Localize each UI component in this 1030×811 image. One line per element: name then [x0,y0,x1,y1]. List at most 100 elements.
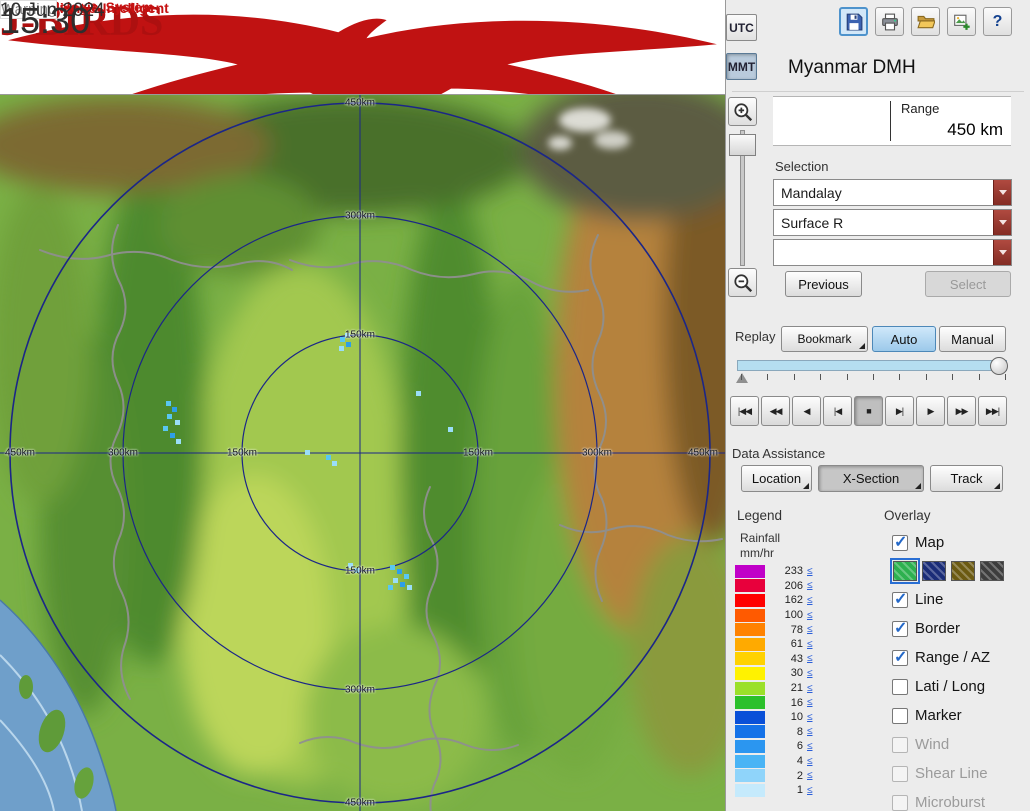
option-dropdown-button[interactable] [993,240,1011,265]
overlay-item-label: Line [915,591,944,608]
map-color-swatch[interactable] [951,561,975,581]
checkbox-checked[interactable]: ✓ [892,590,908,608]
zoom-in-button[interactable] [728,97,757,126]
timezone-mmt-button[interactable]: MMT [726,53,757,80]
range-value: 450 km [947,120,1003,139]
playback-stop-button[interactable]: ■ [854,396,883,426]
playback-fast-forward-button[interactable]: ▶▶ [947,396,976,426]
overlay-list: ✓ Map ✓ Line ✓ Border ✓ Range / AZ Lati / Long Ma… [890,528,1030,811]
legend-value: 4 [796,755,803,768]
legend-lte-symbol: ≤ [807,667,813,679]
select-button[interactable]: Select [925,271,1011,297]
overlay-item-marker[interactable]: Marker [892,701,1030,730]
radar-map-area[interactable]: 150km 150km 150km 150km 300km 300km 300km 300km… [0,95,725,811]
legend-lte-symbol: ≤ [807,653,813,665]
replay-manual-button[interactable]: Manual [939,326,1006,352]
legend-row: 233 ≤ [735,564,813,579]
zoom-out-icon [733,273,752,292]
playback-play-button[interactable]: ▶ [916,396,945,426]
legend-row: 206 ≤ [735,579,813,594]
timeline-thumb[interactable] [990,357,1008,375]
legend-color-swatch [735,739,765,753]
print-button[interactable] [875,7,904,36]
legend-value: 6 [796,740,803,753]
legend-value: 21 [790,682,803,695]
checkbox [892,794,908,811]
previous-button[interactable]: Previous [785,271,862,297]
legend-lte-symbol: ≤ [807,711,813,723]
overlay-item-shear-line: Shear Line [892,759,1030,788]
da-location-button[interactable]: Location [741,465,812,492]
help-button[interactable]: ? [983,7,1012,36]
overlay-item-label: Wind [915,736,950,753]
overlay-item-map[interactable]: ✓ Map [892,528,1030,557]
timezone-utc-button[interactable]: UTC [726,14,757,41]
legend-value: 10 [790,711,803,724]
bookmark-button[interactable]: Bookmark [781,326,868,352]
checkbox-checked[interactable]: ✓ [892,620,908,637]
playback-skip-last-button[interactable]: ▶▶| [978,396,1007,426]
map-color-swatch[interactable] [980,561,1004,581]
replay-timeline-slider[interactable] [736,357,1011,389]
jbirds-app: J-BIRDS JRC-Brilliant & Intelligent Rada… [0,0,1030,811]
timeline-tick [846,374,848,380]
timeline-tick [899,374,901,380]
legend-row: 30 ≤ [735,666,813,681]
control-panel: UTC MMT ? Myanmar DMH Range 450 km Selec… [725,0,1030,811]
check-icon: ✓ [894,590,908,608]
range-label: Range [901,101,940,116]
legend-value: 233 [784,565,803,578]
legend-value: 162 [784,594,803,607]
checkbox-checked[interactable]: ✓ [892,649,908,666]
left-column: J-BIRDS JRC-Brilliant & Intelligent Rada… [0,0,725,811]
legend-unit-line1: Rainfall [740,531,781,545]
legend-row: 162 ≤ [735,593,813,608]
product-dropdown-button[interactable] [993,210,1011,235]
timeline-track[interactable] [737,360,1007,371]
zoom-out-button[interactable] [728,268,757,297]
da-button-label: Location [751,471,802,486]
station-dropdown[interactable]: Mandalay [773,179,1012,206]
legend-row: 4 ≤ [735,754,813,769]
overlay-item-border[interactable]: ✓ Border [892,614,1030,643]
corner-arrow-icon [915,483,921,489]
legend-unit-line2: mm/hr [740,546,774,560]
legend-row: 8 ≤ [735,725,813,740]
save-button[interactable] [839,7,868,36]
overlay-item-range-az[interactable]: ✓ Range / AZ [892,643,1030,672]
station-dropdown-button[interactable] [993,180,1011,205]
help-icon: ? [992,12,1003,30]
map-color-swatches [890,557,1030,585]
playback-step-forward-button[interactable]: ▶| [885,396,914,426]
replay-auto-button[interactable]: Auto [872,326,936,352]
chevron-down-icon [998,220,1007,225]
checkbox-checked[interactable]: ✓ [892,534,908,551]
checkbox[interactable] [892,707,908,724]
da-x-section-button[interactable]: X-Section [818,465,924,492]
map-color-swatch[interactable] [922,561,946,581]
print-icon [881,13,898,30]
playback-fast-rewind-button[interactable]: ◀◀ [761,396,790,426]
overlay-item-line[interactable]: ✓ Line [892,585,1030,614]
selection-section-label: Selection [775,159,829,174]
option-dropdown[interactable] [773,239,1012,266]
overlay-item-lati-long[interactable]: Lati / Long [892,672,1030,701]
export-media-button[interactable] [947,7,976,36]
checkbox [892,765,908,782]
product-dropdown[interactable]: Surface R [773,209,1012,236]
panel-divider [732,91,1024,92]
da-track-button[interactable]: Track [930,465,1003,492]
map-color-swatch-selected[interactable] [890,558,920,584]
legend-color-swatch [735,608,765,622]
playback-play-reverse-button[interactable]: ◀ [792,396,821,426]
corner-arrow-icon [859,343,865,349]
overlay-item-label: Map [915,534,945,551]
legend-row: 78 ≤ [735,622,813,637]
zoom-slider-thumb[interactable] [729,134,756,156]
open-file-button[interactable] [911,7,940,36]
station-dropdown-value: Mandalay [781,184,842,201]
legend-color-swatch [735,754,765,768]
playback-step-back-button[interactable]: |◀ [823,396,852,426]
playback-skip-first-button[interactable]: |◀◀ [730,396,759,426]
checkbox[interactable] [892,678,908,695]
